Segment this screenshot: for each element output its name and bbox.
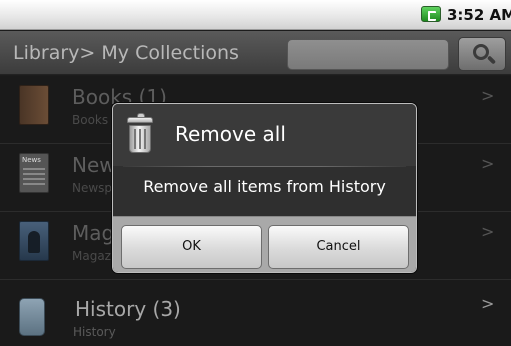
title-bar: Library> My Collections xyxy=(0,31,511,75)
dialog-title: Remove all xyxy=(175,122,286,146)
cancel-button[interactable]: Cancel xyxy=(268,225,409,269)
status-clock: 3:52 AM xyxy=(447,6,511,24)
app-frame: 3:52 AM Library> My Collections Books (1… xyxy=(0,0,511,346)
status-bar: 3:52 AM xyxy=(0,0,511,30)
history-icon xyxy=(19,298,45,336)
list-item-subtitle: History xyxy=(73,325,116,339)
chevron-right-icon: > xyxy=(481,154,495,173)
battery-icon xyxy=(421,6,441,22)
list-item-history[interactable]: History (3) History > xyxy=(0,280,511,346)
list-item-title: History (3) xyxy=(75,297,181,321)
list-item-title: Mag xyxy=(72,221,115,245)
newspaper-icon: News xyxy=(19,153,49,193)
dialog-header: Remove all xyxy=(113,104,416,166)
chevron-right-icon: > xyxy=(481,222,495,241)
list-item-subtitle: Magaz xyxy=(72,249,111,263)
chevron-right-icon: > xyxy=(481,86,495,105)
trash-icon xyxy=(127,113,153,153)
dialog-button-bar: OK Cancel xyxy=(113,216,416,272)
list-item-subtitle: Newsp xyxy=(72,181,113,195)
dialog-message: Remove all items from History xyxy=(143,177,386,196)
magazine-icon xyxy=(19,221,49,261)
search-button[interactable] xyxy=(458,37,506,71)
breadcrumb: Library> My Collections xyxy=(13,42,239,64)
book-icon xyxy=(19,85,49,125)
remove-all-dialog: Remove all Remove all items from History… xyxy=(112,103,417,273)
search-input[interactable] xyxy=(287,39,449,70)
chevron-right-icon: > xyxy=(481,294,495,313)
list-item-subtitle: Books xyxy=(72,113,109,127)
ok-button[interactable]: OK xyxy=(121,225,262,269)
dialog-divider xyxy=(123,166,406,167)
list-item-title: New xyxy=(72,153,116,177)
